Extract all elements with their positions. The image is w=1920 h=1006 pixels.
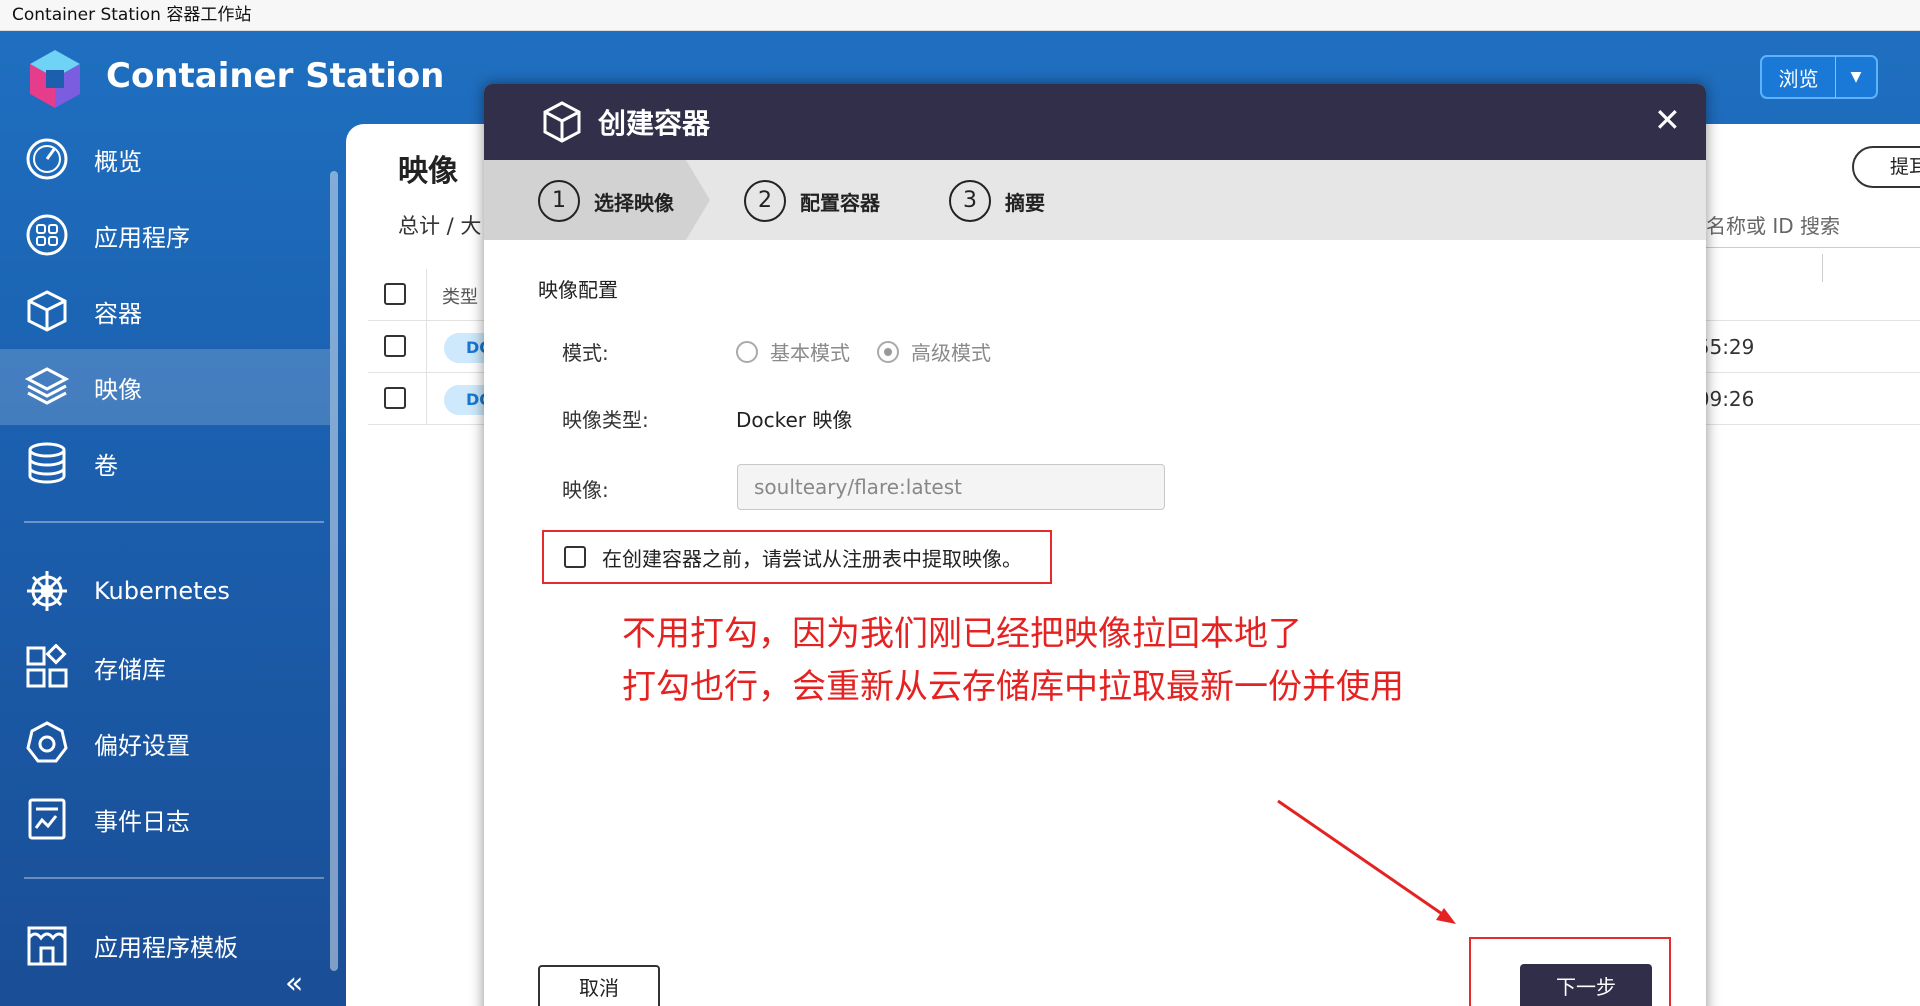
wizard-stepper: 1 选择映像 2 配置容器 3 摘要: [484, 160, 1706, 240]
gear-icon: [26, 721, 68, 763]
next-button[interactable]: 下一步: [1520, 964, 1652, 1006]
pull-image-button[interactable]: 提耳: [1852, 146, 1920, 188]
sidebar: 概览 应用程序 容器 映像 卷 Kubernetes 存储库 偏好设置 事件日志…: [0, 121, 340, 1006]
image-type-label: 映像类型:: [562, 408, 649, 432]
pull-before-create-checkbox[interactable]: [564, 546, 586, 568]
step-label: 配置容器: [800, 190, 880, 215]
cancel-button[interactable]: 取消: [538, 965, 660, 1006]
search-input[interactable]: 按名称或 ID 搜索: [1686, 204, 1920, 248]
section-title: 映像配置: [538, 278, 618, 302]
sidebar-item-label: 映像: [94, 375, 142, 404]
checkbox-label: 在创建容器之前，请尝试从注册表中提取映像。: [602, 546, 1022, 571]
step-select-image[interactable]: 1 选择映像: [538, 180, 674, 222]
page-summary: 总计 / 大: [398, 214, 482, 238]
container-station-logo: [30, 50, 80, 108]
sidebar-item-label: 卷: [94, 451, 118, 480]
sidebar-item-volumes[interactable]: 卷: [0, 425, 330, 501]
collapse-sidebar-icon[interactable]: «: [285, 969, 303, 999]
browse-label: 浏览: [1778, 66, 1819, 91]
column-separator: [426, 269, 427, 321]
step-number: 2: [744, 180, 786, 222]
column-separator: [426, 373, 427, 425]
sidebar-item-kubernetes[interactable]: Kubernetes: [0, 553, 330, 629]
app-name: Container Station: [106, 56, 445, 96]
sidebar-item-registry[interactable]: 存储库: [0, 629, 330, 705]
sidebar-item-label: 应用程序: [94, 223, 190, 252]
radio-label: 基本模式: [770, 341, 850, 365]
database-icon: [28, 442, 66, 484]
sidebar-item-label: 概览: [94, 147, 142, 176]
layers-icon: [24, 367, 70, 405]
create-container-dialog: 创建容器 ✕ 1 选择映像 2 配置容器 3 摘要 映像配置 模式: 基本模式: [484, 84, 1706, 1006]
sidebar-item-app-templates[interactable]: 应用程序模板: [0, 907, 330, 983]
sidebar-item-images[interactable]: 映像: [0, 349, 330, 425]
helm-icon: [27, 571, 67, 611]
browse-button[interactable]: 浏览 ▼: [1760, 55, 1878, 99]
sidebar-item-overview[interactable]: 概览: [0, 121, 330, 197]
annotation-line: 不用打勾，因为我们刚已经把映像拉回本地了: [622, 614, 1302, 654]
image-type-value: Docker 映像: [736, 408, 853, 432]
step-label: 摘要: [1005, 190, 1045, 215]
caret-down-icon[interactable]: ▼: [1836, 69, 1876, 85]
dialog-header: 创建容器 ✕: [484, 84, 1706, 160]
sidebar-item-containers[interactable]: 容器: [0, 273, 330, 349]
annotation-line: 打勾也行，会重新从云存储库中拉取最新一份并使用: [622, 667, 1404, 707]
row-checkbox[interactable]: [384, 335, 406, 357]
window-title-bar: Container Station 容器工作站: [0, 0, 1920, 31]
step-number: 3: [949, 180, 991, 222]
mode-label: 模式:: [562, 341, 609, 365]
sidebar-scrollbar[interactable]: [330, 171, 338, 971]
select-all-checkbox[interactable]: [384, 283, 406, 305]
image-label: 映像:: [562, 478, 609, 502]
column-separator: [426, 321, 427, 373]
sidebar-item-label: 容器: [94, 299, 142, 328]
apps-icon: [26, 214, 68, 256]
sidebar-item-apps[interactable]: 应用程序: [0, 197, 330, 273]
row-checkbox[interactable]: [384, 387, 406, 409]
app-window: Container Station 浏览 ▼ 概览 应用程序 容器 映像 卷 K…: [0, 31, 1920, 1006]
radio-button-selected[interactable]: [877, 340, 899, 363]
close-icon[interactable]: ✕: [1654, 102, 1681, 138]
type-column-header[interactable]: 类型: [442, 283, 478, 309]
template-icon: [27, 926, 67, 966]
sidebar-divider: [24, 521, 324, 523]
step-number: 1: [538, 180, 580, 222]
radio-advanced-mode[interactable]: 高级模式: [877, 337, 991, 366]
grid-icon: [26, 644, 68, 688]
page-title: 映像: [398, 154, 458, 189]
gauge-icon: [26, 138, 68, 180]
dialog-title: 创建容器: [598, 107, 711, 140]
sidebar-item-label: 应用程序模板: [94, 933, 238, 962]
sidebar-item-event-log[interactable]: 事件日志: [0, 781, 330, 857]
radio-basic-mode[interactable]: 基本模式: [736, 337, 850, 366]
sidebar-item-label: 事件日志: [94, 807, 190, 836]
radio-label: 高级模式: [911, 341, 991, 365]
radio-button[interactable]: [736, 340, 758, 363]
sidebar-item-label: Kubernetes: [94, 577, 230, 605]
step-configure-container[interactable]: 2 配置容器: [744, 180, 880, 222]
pull-before-create-option[interactable]: 在创建容器之前，请尝试从注册表中提取映像。: [542, 530, 1052, 584]
sidebar-item-preferences[interactable]: 偏好设置: [0, 705, 330, 781]
log-icon: [28, 798, 66, 840]
sidebar-item-label: 偏好设置: [94, 731, 190, 760]
sidebar-divider: [24, 877, 324, 879]
image-field[interactable]: soulteary/flare:latest: [737, 464, 1165, 510]
step-summary[interactable]: 3 摘要: [949, 180, 1045, 222]
cube-icon: [27, 290, 67, 332]
step-label: 选择映像: [594, 190, 674, 215]
sidebar-item-label: 存储库: [94, 655, 166, 684]
cube-icon: [543, 101, 581, 143]
